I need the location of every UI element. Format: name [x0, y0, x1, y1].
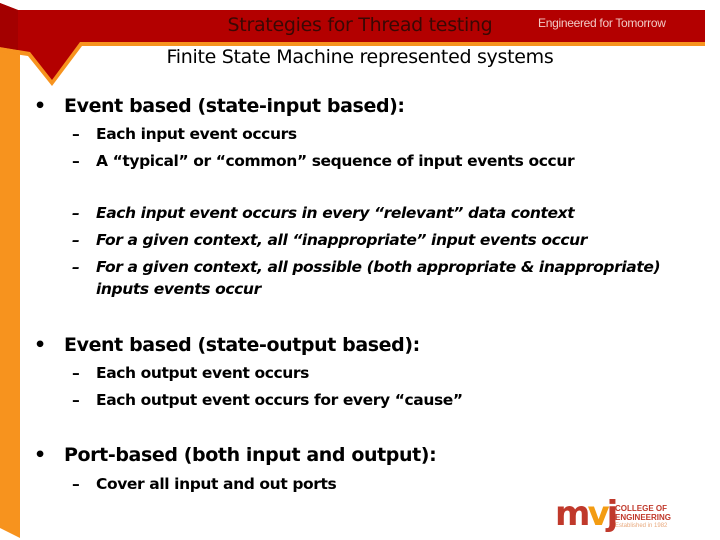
- logo-text: COLLEGE OF ENGINEERING Established in 19…: [615, 504, 672, 529]
- list-item: – Each input event occurs in every “relev…: [72, 204, 575, 222]
- dash-icon: –: [72, 258, 80, 276]
- list-item: – Each input event occurs: [72, 125, 297, 143]
- bullet-state-input: • Event based (state-input based):: [34, 95, 405, 117]
- college-logo: mvj COLLEGE OF ENGINEERING Established i…: [555, 494, 695, 536]
- dash-icon: –: [72, 231, 80, 249]
- dash-icon: –: [72, 364, 80, 382]
- dash-icon: –: [72, 152, 80, 170]
- bullet-state-output: • Event based (state-output based):: [34, 334, 420, 356]
- list-item: – Each output event occurs: [72, 364, 309, 382]
- bullet-icon: •: [34, 95, 46, 117]
- dash-icon: –: [72, 204, 80, 222]
- slide-subtitle: Finite State Machine represented systems: [166, 46, 554, 68]
- left-accent-bar: [0, 45, 20, 538]
- dash-icon: –: [72, 125, 80, 143]
- list-item: – A “typical” or “common” sequence of inp…: [72, 152, 575, 170]
- bullet-icon: •: [34, 444, 46, 466]
- bullet-port-based: • Port-based (both input and output):: [34, 444, 437, 466]
- brand-tagline: Engineered for Tomorrow: [538, 16, 666, 30]
- dash-icon: –: [72, 475, 80, 493]
- logo-mark: mvj: [555, 494, 618, 534]
- list-item: – Cover all input and out ports: [72, 475, 337, 493]
- list-item: – Each output event occurs for every “cau…: [72, 391, 463, 409]
- list-item: – For a given context, all possible (both…: [72, 258, 661, 298]
- list-item: – For a given context, all “inappropriate…: [72, 231, 588, 249]
- bullet-icon: •: [34, 334, 46, 356]
- dash-icon: –: [72, 391, 80, 409]
